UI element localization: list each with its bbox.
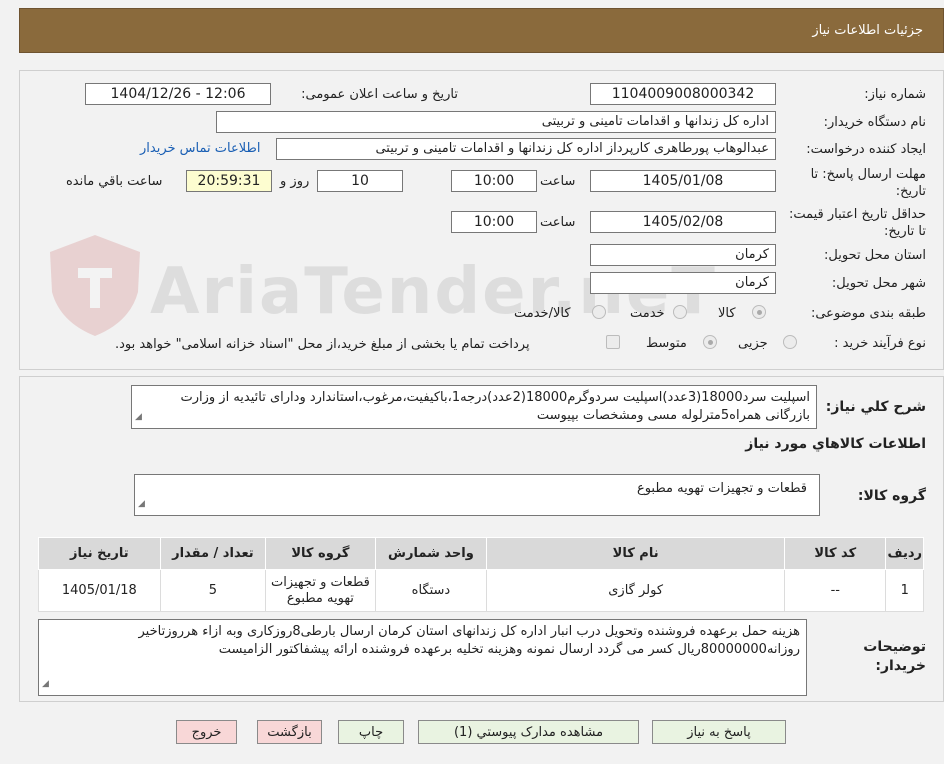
reply-deadline-date: 1405/01/08 xyxy=(590,170,776,192)
reply-deadline-time-label: ساعت xyxy=(540,174,576,189)
need-number-label: شماره نیاز: xyxy=(864,87,926,102)
requester-label: ایجاد کننده درخواست: xyxy=(806,142,926,157)
goods-group-textarea[interactable]: قطعات و تجهیزات تهویه مطبوع ◢ xyxy=(134,474,820,516)
table-header-row: رديف کد کالا نام کالا واحد شمارش گروه کا… xyxy=(38,537,924,570)
buyer-notes-textarea[interactable]: هزینه حمل برعهده فروشنده وتحویل درب انبا… xyxy=(38,619,807,696)
purchase-medium-label: متوسط xyxy=(646,336,687,351)
col-code-header: کد کالا xyxy=(784,537,887,570)
price-validity-time-label: ساعت xyxy=(540,215,576,230)
goods-group-text: قطعات و تجهیزات تهویه مطبوع xyxy=(636,481,807,496)
cell-group: قطعات و تجهیزات تهویه مطبوع xyxy=(265,569,376,612)
category-label: طبقه بندی موضوعی: xyxy=(810,306,926,321)
col-name-header: نام کالا xyxy=(486,537,786,570)
category-goods-service-label: کالا/خدمت xyxy=(514,306,571,321)
goods-group-label: گروه کالا: xyxy=(857,488,926,504)
summary-label: شرح كلي نياز: xyxy=(825,399,926,415)
cell-row: 1 xyxy=(885,569,924,612)
exit-button[interactable]: خروج xyxy=(176,720,237,744)
goods-table: رديف کد کالا نام کالا واحد شمارش گروه کا… xyxy=(38,537,924,612)
summary-textarea[interactable]: اسپلیت سرد18000(3عدد)اسپلیت سردوگرم18000… xyxy=(131,385,817,429)
reply-days-field: 10 xyxy=(317,170,403,192)
announce-datetime-label: تاریخ و ساعت اعلان عمومی: xyxy=(301,87,458,102)
buyer-org-field: اداره کل زندانها و اقدامات تامینی و تربی… xyxy=(216,111,776,133)
reply-deadline-label: مهلت ارسال پاسخ: تا تاریخ: xyxy=(810,167,926,199)
view-attachments-button[interactable]: مشاهده مدارک پیوستي (1) xyxy=(418,720,639,744)
summary-text: اسپلیت سرد18000(3عدد)اسپلیت سردوگرم18000… xyxy=(180,390,810,423)
province-field: کرمان xyxy=(590,244,776,266)
announce-datetime-field: 1404/12/26 - 12:06 xyxy=(85,83,271,105)
category-service-label: خدمت xyxy=(630,306,665,321)
reply-deadline-time: 10:00 xyxy=(451,170,537,192)
resize-grip-icon[interactable]: ◢ xyxy=(42,675,49,693)
resize-grip-icon[interactable]: ◢ xyxy=(138,495,145,513)
buyer-contact-link[interactable]: اطلاعات تماس خریدار xyxy=(140,141,260,156)
city-field: کرمان xyxy=(590,272,776,294)
back-button[interactable]: بازگشت xyxy=(257,720,322,744)
cell-code: -- xyxy=(784,569,887,612)
need-number-field: 1104009008000342 xyxy=(590,83,776,105)
cell-unit: دستگاه xyxy=(374,569,488,612)
col-unit-header: واحد شمارش xyxy=(374,537,488,570)
province-label: استان محل تحویل: xyxy=(824,248,926,263)
price-validity-label: حداقل تاریخ اعتبار قیمت: تا تاریخ: xyxy=(788,207,926,239)
category-goods-radio[interactable] xyxy=(752,305,766,319)
price-validity-date: 1405/02/08 xyxy=(590,211,776,233)
cell-name: کولر گازی xyxy=(486,569,786,612)
purchase-medium-radio[interactable] xyxy=(703,335,717,349)
cell-date: 1405/01/18 xyxy=(38,569,161,612)
goods-info-title: اطلاعات كالاهاي مورد نياز xyxy=(745,436,926,452)
category-service-radio[interactable] xyxy=(673,305,687,319)
col-row-header: رديف xyxy=(885,537,924,570)
price-validity-time: 10:00 xyxy=(451,211,537,233)
print-button[interactable]: چاپ xyxy=(338,720,404,744)
reply-days-label: روز و xyxy=(280,174,310,189)
remaining-time-label: ساعت باقي مانده xyxy=(66,174,163,189)
category-goods-label: کالا xyxy=(718,306,736,321)
treasury-payment-note: پرداخت تمام یا بخشی از مبلغ خرید،از محل … xyxy=(115,337,530,352)
city-label: شهر محل تحویل: xyxy=(831,276,926,291)
category-goods-service-radio[interactable] xyxy=(592,305,606,319)
treasury-payment-checkbox[interactable] xyxy=(606,335,620,349)
purchase-type-label: نوع فرآیند خرید : xyxy=(834,336,926,351)
purchase-minor-radio[interactable] xyxy=(783,335,797,349)
col-date-header: تاریخ نیاز xyxy=(38,537,161,570)
buyer-notes-label: توضیحات خریدار: xyxy=(863,639,926,674)
purchase-minor-label: جزیی xyxy=(738,336,768,351)
page-header: جزئیات اطلاعات نیاز xyxy=(19,8,944,53)
buyer-notes-text: هزینه حمل برعهده فروشنده وتحویل درب انبا… xyxy=(138,624,801,657)
requester-field: عبدالوهاب پورطاهری کارپرداز اداره کل زند… xyxy=(276,138,776,160)
col-group-header: گروه کالا xyxy=(265,537,376,570)
page-title: جزئیات اطلاعات نیاز xyxy=(812,23,923,38)
cell-qty: 5 xyxy=(159,569,267,612)
buyer-org-label: نام دستگاه خریدار: xyxy=(823,115,926,130)
table-row: 1 -- کولر گازی دستگاه قطعات و تجهیزات ته… xyxy=(38,569,924,612)
reply-to-need-button[interactable]: پاسخ به نیاز xyxy=(652,720,786,744)
resize-grip-icon[interactable]: ◢ xyxy=(135,408,142,426)
remaining-time-field: 20:59:31 xyxy=(186,170,272,192)
col-qty-header: تعداد / مقدار xyxy=(159,537,267,570)
